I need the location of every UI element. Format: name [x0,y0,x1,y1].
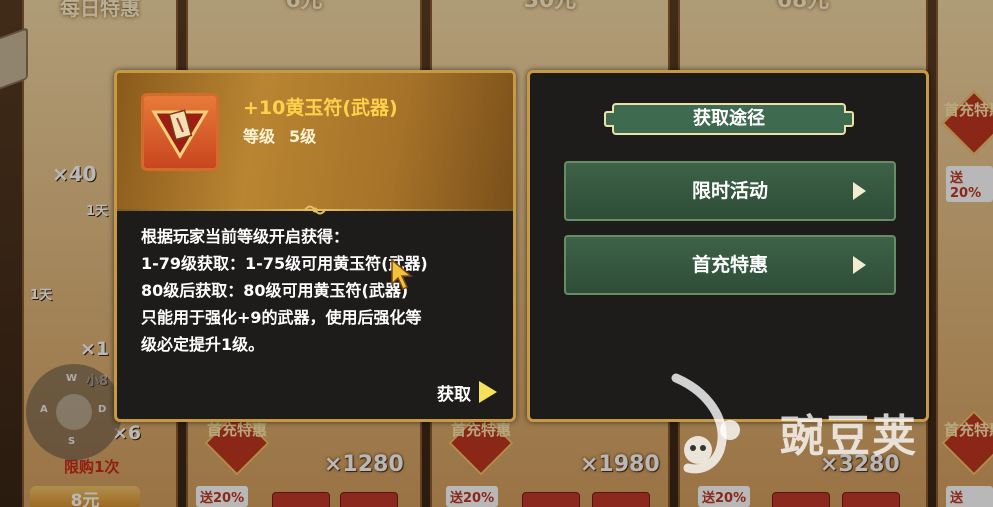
item-level-row: 等级 5级 [243,123,316,147]
description-line: 只能用于强化+9的武器，使用后强化等 [141,308,422,327]
description-line: 80级后获取：80级可用黄玉符(武器) [141,281,409,300]
description-line: 根据玩家当前等级开启获得： [141,227,350,246]
description-line: 1-79级获取：1-75级可用黄玉符(武器) [141,254,428,273]
mouse-pointer-icon [391,258,414,291]
source-option-limited-event[interactable]: 限时活动 [564,161,896,221]
source-option-label: 首充特惠 [691,254,768,276]
item-level-label: 等级 [243,127,276,146]
talisman-shape-icon [151,109,209,159]
play-arrow-icon [479,381,497,403]
source-option-first-charge[interactable]: 首充特惠 [564,235,896,295]
source-option-label: 限时活动 [691,180,768,202]
obtain-button[interactable]: 获取 [437,379,497,405]
item-header: +10黄玉符(武器) 等级 5级 [117,73,513,211]
play-arrow-icon [853,182,866,200]
watermark-text: 豌豆荚 [780,411,918,462]
divider-ornament-icon [304,205,326,215]
item-name: +10黄玉符(武器) [243,97,398,119]
source-title: 获取途径 [604,103,854,135]
watermark-logo-icon [671,373,740,474]
jade-talisman-icon [141,93,219,171]
item-detail-panel: +10黄玉符(武器) 等级 5级 根据玩家当前等级开启获得： 1-79级获取：1-… [114,70,516,422]
obtain-label: 获取 [437,384,471,405]
item-description: 根据玩家当前等级开启获得： 1-79级获取：1-75级可用黄玉符(武器) 80级… [141,223,513,358]
play-arrow-icon [853,256,866,274]
description-line: 级必定提升1级。 [141,335,265,354]
item-level-value: 5级 [289,127,317,146]
